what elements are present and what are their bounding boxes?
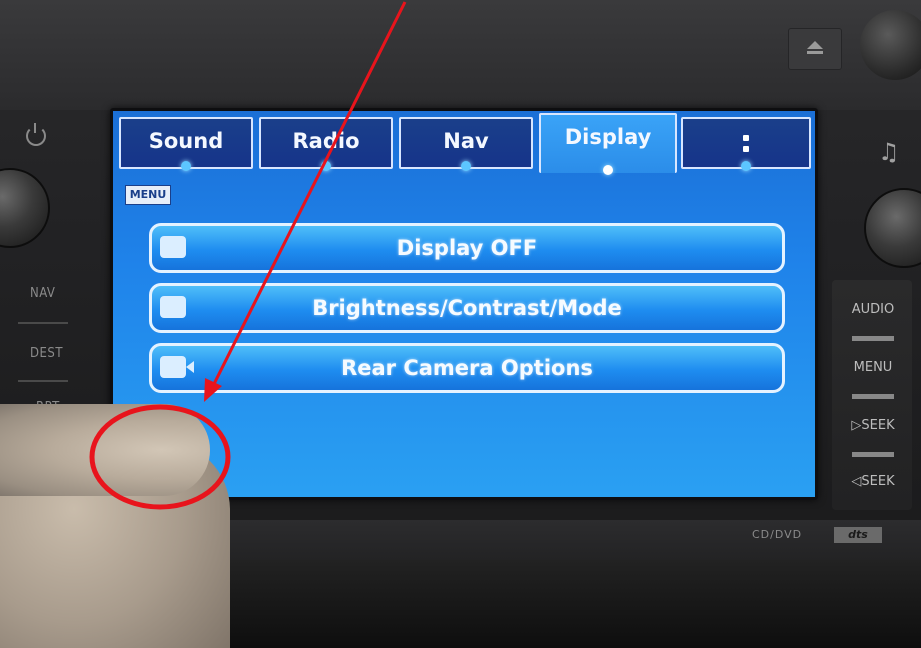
annotation-arrow-line [210,1,407,389]
annotation-overlay [89,1,407,510]
annotation-arrowhead [204,378,222,402]
infotainment-photo: NAV DEST RPT ♫ AUDIO MENU ▷SEEK ◁SEEK CD… [0,0,921,648]
annotation-circle [89,404,231,510]
